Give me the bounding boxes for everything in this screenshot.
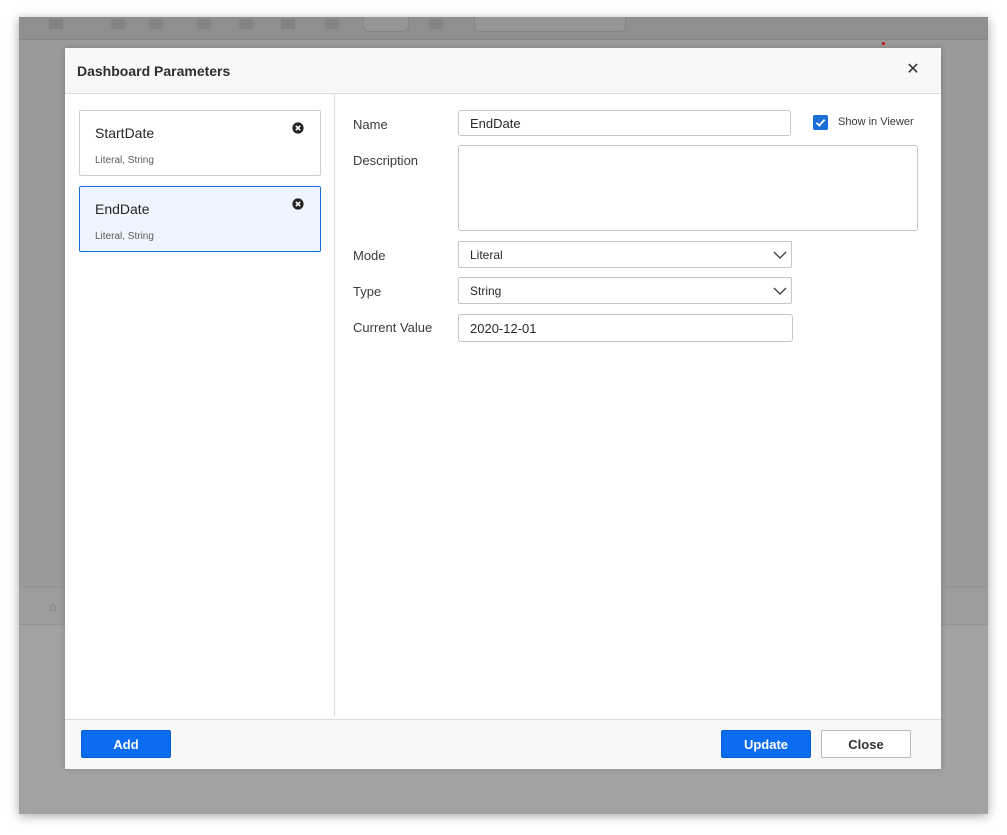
dialog-footer: Add Update Close [65,719,941,769]
current-value-input[interactable]: 2020-12-01 [458,314,793,342]
name-label: Name [353,117,388,132]
mode-label: Mode [353,248,386,263]
close-icon[interactable]: ✕ [903,60,923,80]
parameter-item-enddate[interactable]: EndDate Literal, String [79,186,321,252]
type-select[interactable]: String [458,277,792,304]
type-value: String [470,284,502,298]
update-button[interactable]: Update [721,730,811,758]
parameter-item-startdate[interactable]: StartDate Literal, String [79,110,321,176]
dashboard-parameters-dialog: Dashboard Parameters ✕ StartDate Literal… [65,48,941,769]
toolbar-icon [325,19,339,29]
background-toolbar [19,17,988,40]
checkbox-checked-icon[interactable] [813,115,828,130]
chevron-down-icon [773,287,787,295]
mode-select[interactable]: Literal [458,241,792,268]
show-in-viewer-label: Show in Viewer [838,116,914,128]
parameter-name: EndDate [95,201,150,217]
toolbar-icon [49,19,63,29]
close-button[interactable]: Close [821,730,911,758]
background-glyph-icon: ⌂ [49,599,57,614]
description-label: Description [353,153,419,168]
toolbar-search-box [474,17,626,32]
add-button[interactable]: Add [81,730,171,758]
toolbar-icon [149,19,163,29]
toolbar-icon [239,19,253,29]
toolbar-icon [111,19,125,29]
chevron-down-icon [773,251,787,259]
toolbar-icon [197,19,211,29]
parameter-name: StartDate [95,125,155,141]
remove-circle-icon[interactable] [292,122,304,134]
remove-circle-icon[interactable] [292,198,304,210]
notification-dot [882,42,885,45]
dialog-title: Dashboard Parameters [77,63,231,79]
mode-value: Literal [470,248,503,262]
type-label: Type [353,284,382,299]
toolbar-dropdown [363,17,409,32]
parameter-subtitle: Literal, String [95,155,154,166]
parameter-subtitle: Literal, String [95,231,154,242]
dialog-header: Dashboard Parameters ✕ [65,48,941,94]
toolbar-icon [429,19,443,29]
name-input[interactable]: EndDate [458,110,791,136]
description-textarea[interactable] [458,145,918,231]
current-value-label: Current Value [353,320,433,335]
parameter-editor: Name EndDate Show in Viewer Description … [335,94,941,716]
dialog-body: StartDate Literal, String EndDate Litera… [65,94,941,718]
toolbar-icon [281,19,295,29]
parameter-list: StartDate Literal, String EndDate Litera… [65,94,335,716]
